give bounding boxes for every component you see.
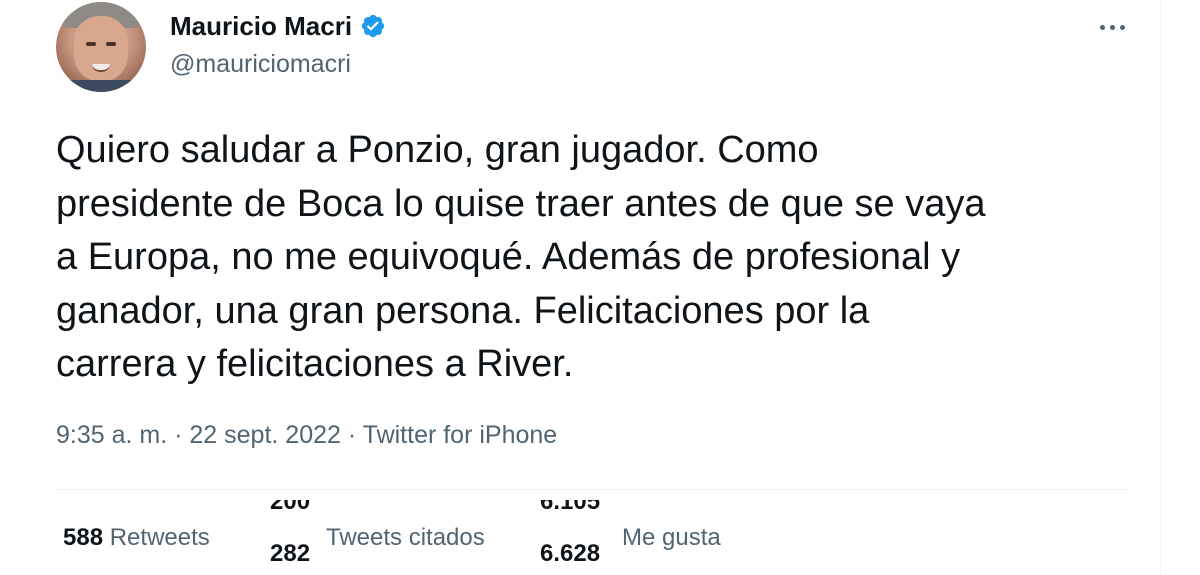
- tweet-source[interactable]: Twitter for iPhone: [363, 421, 558, 449]
- author-name-row[interactable]: Mauricio Macri: [170, 10, 386, 42]
- tweet-card: Mauricio Macri @mauriciomacri Quiero sal…: [0, 0, 1200, 575]
- avatar-eye-left: [86, 42, 96, 46]
- retweets-stat[interactable]: 588 Retweets: [63, 524, 210, 552]
- avatar-face: [74, 16, 128, 82]
- author-handle[interactable]: @mauriciomacri: [170, 50, 351, 79]
- tweet-time[interactable]: 9:35 a. m.: [56, 421, 167, 449]
- likes-count: 6.628: [540, 540, 601, 567]
- meta-separator: ·: [340, 421, 363, 449]
- tweet-date[interactable]: 22 sept. 2022: [189, 421, 341, 449]
- avatar-shirt: [56, 80, 146, 92]
- more-dot: [1099, 24, 1105, 30]
- avatar-eye-right: [106, 42, 116, 46]
- retweets-label: Retweets: [109, 524, 210, 551]
- meta-separator: ·: [167, 421, 190, 449]
- more-horizontal-icon[interactable]: [1092, 16, 1132, 38]
- divider: [56, 489, 1130, 490]
- avatar[interactable]: [56, 2, 146, 92]
- quotes-count-previous: 200: [270, 500, 311, 515]
- verified-badge-icon: [361, 14, 385, 38]
- likes-label: Me gusta: [622, 524, 721, 551]
- author-name[interactable]: Mauricio Macri: [170, 11, 352, 42]
- tweet-stats: 588 Retweets 200 282 Tweets citados 6.10…: [0, 500, 1200, 575]
- tweet-text: Quiero saludar a Ponzio, gran jugador. C…: [56, 129, 986, 385]
- quotes-count: 282: [270, 540, 311, 567]
- more-dot: [1109, 24, 1115, 30]
- card-border: [1160, 0, 1161, 575]
- likes-count-previous: 6.105: [540, 500, 601, 515]
- retweets-count: 588: [63, 524, 104, 551]
- tweet-meta: 9:35 a. m. · 22 sept. 2022 · Twitter for…: [56, 421, 557, 450]
- more-dot: [1119, 24, 1125, 30]
- quotes-label: Tweets citados: [326, 524, 485, 551]
